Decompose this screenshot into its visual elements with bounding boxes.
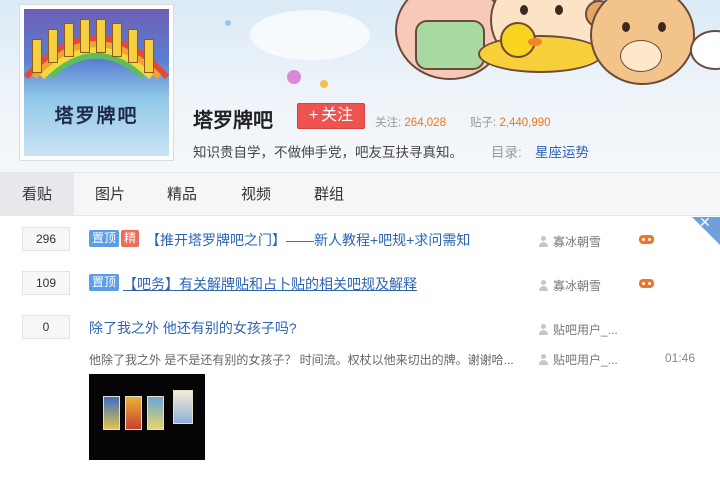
avatar-forum-text: 塔罗牌吧 (54, 105, 139, 127)
followers-stat: 关注: 264,028 (375, 114, 446, 130)
member-badge-icon (639, 277, 654, 289)
last-reply-time: 01:46 (665, 351, 696, 365)
follow-button[interactable]: + 关注 (297, 103, 365, 129)
thread-title[interactable]: 【推开塔罗牌吧之门】——新人教程+吧规+求问需知 (146, 230, 470, 250)
tarot-card-image (103, 396, 120, 430)
avatar-card-glyph (48, 29, 58, 63)
thread-thumbnail[interactable] (89, 374, 205, 460)
member-badge-icon (639, 233, 654, 245)
author-name: 寡冰朝雪 (553, 279, 602, 293)
banner-cloud (250, 10, 370, 60)
user-icon (538, 236, 549, 247)
banner-eye (555, 5, 563, 15)
directory-label: 目录: (491, 145, 522, 160)
tarot-card-image (147, 396, 164, 430)
banner-confetti (320, 80, 328, 88)
banner-confetti (287, 70, 301, 84)
banner-pig-shirt (415, 20, 485, 70)
avatar-card-glyph (64, 23, 74, 57)
thread-title[interactable]: 【吧务】有关解牌贴和占卜贴的相关吧规及解释 (123, 274, 417, 294)
follow-button-label: 关注 (321, 107, 354, 124)
thread-title[interactable]: 除了我之外 他还有别的女孩子吗? (89, 318, 297, 338)
author-name: 寡冰朝雪 (553, 235, 602, 249)
forum-tab-bar: 看贴 图片 精品 视频 群组 (0, 172, 720, 216)
tarot-card-image (125, 396, 142, 430)
posts-label: 贴子: (470, 117, 497, 129)
tab-posts[interactable]: 看贴 (0, 173, 74, 216)
reply-count: 109 (22, 271, 70, 295)
avatar-card-glyph (96, 19, 106, 53)
user-icon (538, 324, 549, 335)
banner-eye (622, 22, 630, 32)
thread-author[interactable]: 贴吧用户_... (538, 321, 618, 338)
thread-author[interactable]: 寡冰朝雪 (538, 233, 601, 250)
directory-link[interactable]: 星座运势 (535, 141, 589, 161)
forum-title[interactable]: 塔罗牌吧 (193, 104, 273, 133)
banner-duck-bill (528, 38, 542, 46)
pinned-tag: 置顶 (89, 274, 120, 291)
reply-count: 0 (22, 315, 70, 339)
banner-confetti (225, 20, 231, 26)
pinned-tag: 置顶 (89, 230, 120, 247)
forum-avatar-image: 塔罗牌吧 (24, 9, 169, 156)
followers-count: 264,028 (404, 117, 446, 129)
featured-tag: 精 (121, 230, 140, 247)
last-replier-name: 贴吧用户_... (553, 353, 618, 367)
banner-eye (658, 22, 666, 32)
tarot-card-image (173, 390, 193, 424)
author-name: 贴吧用户_... (553, 323, 618, 337)
banner-bear-snout (620, 40, 662, 72)
forum-slogan: 知识贵自学，不做伸手党，吧友互扶寻真知。 (193, 145, 463, 160)
avatar-card-glyph (80, 19, 90, 53)
thread-author[interactable]: 寡冰朝雪 (538, 277, 601, 294)
followers-label: 关注: (375, 117, 402, 129)
avatar-card-glyph (32, 39, 42, 73)
close-icon[interactable]: ✕ (699, 214, 711, 231)
tab-groups[interactable]: 群组 (297, 173, 361, 216)
tab-images[interactable]: 图片 (78, 173, 142, 216)
last-replier[interactable]: 贴吧用户_... (538, 351, 618, 368)
banner-eye (520, 5, 528, 15)
user-icon (538, 354, 549, 365)
avatar-card-glyph (144, 39, 154, 73)
posts-stat: 贴子: 2,440,990 (470, 114, 551, 130)
plus-icon: + (308, 107, 319, 124)
tab-featured[interactable]: 精品 (150, 173, 214, 216)
avatar-card-glyph (128, 29, 138, 63)
user-icon (538, 280, 549, 291)
posts-count: 2,440,990 (499, 117, 551, 129)
reply-count: 296 (22, 227, 70, 251)
forum-avatar[interactable]: 塔罗牌吧 (19, 4, 174, 161)
tab-videos[interactable]: 视频 (224, 173, 288, 216)
avatar-card-glyph (112, 23, 122, 57)
thread-excerpt: 他除了我之外 是不是还有别的女孩子？ 时间流。权杖以他来切出的牌。谢谢哈... (89, 353, 514, 367)
